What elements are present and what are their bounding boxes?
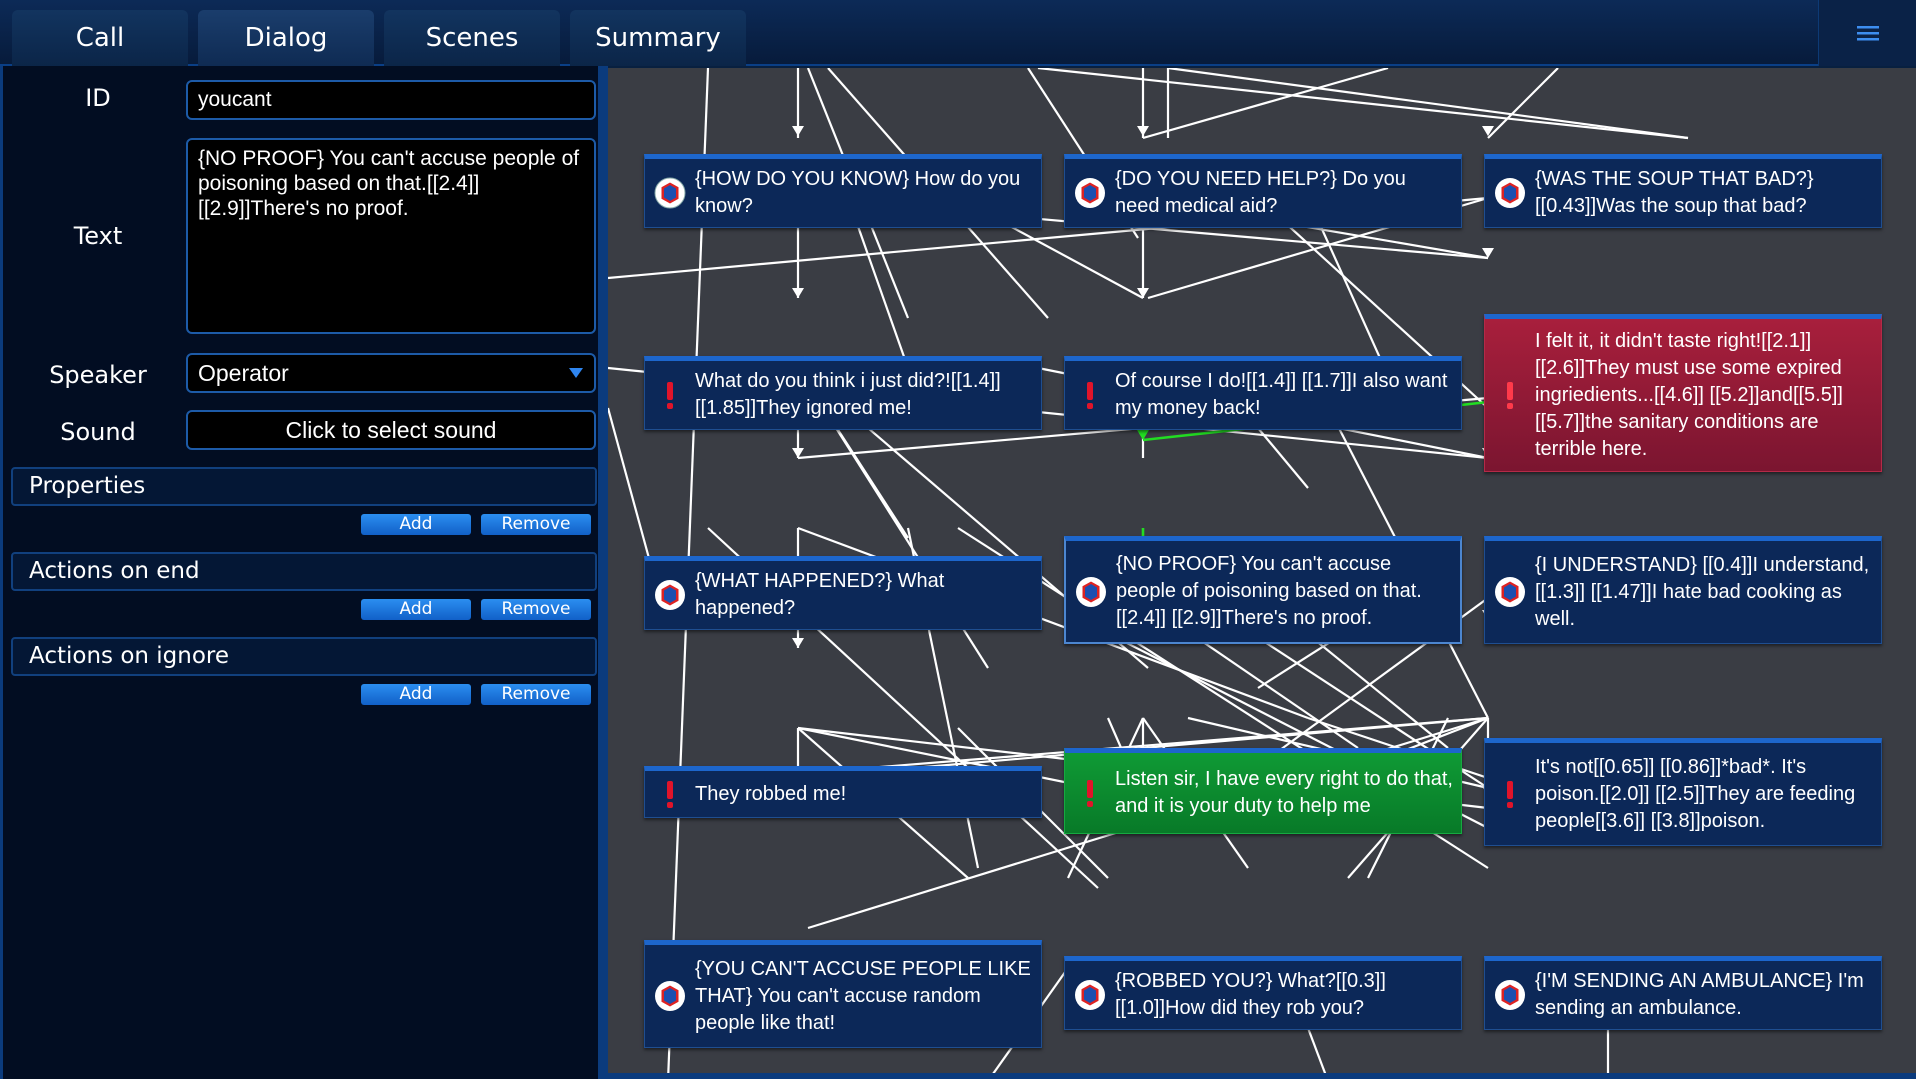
- actions-on-end-section: Actions on end: [11, 552, 597, 591]
- speaker-value: Operator: [198, 359, 289, 386]
- dialog-node[interactable]: {WHAT HAPPENED?} What happened?: [644, 556, 1042, 630]
- actions-on-end-remove-button[interactable]: Remove: [481, 599, 591, 620]
- edge-line: [1306, 1027, 1329, 1079]
- speaker-select[interactable]: Operator: [186, 353, 596, 393]
- tab-call[interactable]: Call: [12, 10, 188, 66]
- tab-scenes[interactable]: Scenes: [384, 10, 560, 66]
- exclamation-icon: [1507, 781, 1513, 808]
- operator-icon: [1495, 577, 1525, 607]
- operator-icon: [655, 580, 685, 610]
- edge-arrow: [792, 126, 804, 136]
- dialog-node[interactable]: {DO YOU NEED HELP?} Do you need medical …: [1064, 154, 1462, 228]
- dialog-node[interactable]: {I UNDERSTAND} [[0.4]]I understand,[[1.3…: [1484, 536, 1882, 644]
- node-text: {NO PROOF} You can't accuse people of po…: [1116, 553, 1422, 629]
- node-text: {ROBBED YOU?} What?[[0.3]][[1.0]]How did…: [1115, 970, 1386, 1019]
- exclamation-icon: [1507, 382, 1513, 409]
- edge-arrow: [792, 288, 804, 298]
- properties-remove-button[interactable]: Remove: [481, 514, 591, 535]
- node-text: What do you think i just did?![[1.4]][[1…: [695, 370, 1001, 419]
- top-bar: Call Dialog Scenes Summary: [0, 0, 1916, 66]
- node-text: {YOU CAN'T ACCUSE PEOPLE LIKE THAT} You …: [695, 957, 1031, 1034]
- operator-icon: [655, 981, 685, 1011]
- node-text: It's not[[0.65]] [[0.86]]*bad*. It's poi…: [1535, 755, 1856, 832]
- node-text: {DO YOU NEED HELP?} Do you need medical …: [1115, 168, 1406, 217]
- operator-icon: [1075, 178, 1105, 208]
- dialog-node[interactable]: What do you think i just did?![[1.4]][[1…: [644, 356, 1042, 430]
- edge-line: [1142, 68, 1389, 140]
- actions-on-end-add-button[interactable]: Add: [361, 599, 471, 620]
- properties-section: Properties: [11, 467, 597, 506]
- operator-icon: [654, 177, 686, 209]
- dialog-node[interactable]: Listen sir, I have every right to do tha…: [1064, 748, 1462, 834]
- operator-icon: [1076, 576, 1106, 607]
- dialog-graph-canvas[interactable]: {HOW DO YOU KNOW} How do you know? {DO Y…: [608, 66, 1916, 1079]
- menu-button[interactable]: [1818, 0, 1916, 66]
- edge-arrow: [792, 448, 804, 458]
- operator-icon: [1495, 178, 1525, 208]
- operator-icon: [1075, 980, 1105, 1010]
- node-text: {WHAT HAPPENED?} What happened?: [695, 570, 945, 619]
- dropdown-arrow-icon: [569, 368, 583, 378]
- dialog-node[interactable]: I felt it, it didn't taste right![[2.1]]…: [1484, 314, 1882, 472]
- edge-arrow: [1137, 126, 1149, 136]
- dialog-node[interactable]: {I'M SENDING AN AMBULANCE} I'm sending a…: [1484, 956, 1882, 1030]
- node-text: {WAS THE SOUP THAT BAD?}[[0.43]]Was the …: [1535, 168, 1814, 217]
- dialog-node[interactable]: They robbed me!: [644, 766, 1042, 818]
- id-label: ID: [85, 84, 111, 112]
- dialog-node-selected[interactable]: {NO PROOF} You can't accuse people of po…: [1064, 536, 1462, 644]
- node-text: {I UNDERSTAND} [[0.4]]I understand,[[1.3…: [1535, 553, 1870, 630]
- tab-summary[interactable]: Summary: [570, 10, 746, 66]
- dialog-node[interactable]: {HOW DO YOU KNOW} How do you know?: [644, 154, 1042, 228]
- operator-icon: [1495, 980, 1525, 1010]
- node-text: Listen sir, I have every right to do tha…: [1115, 768, 1453, 817]
- exclamation-icon: [1087, 780, 1093, 807]
- exclamation-icon: [1087, 382, 1093, 409]
- edge-line: [1487, 68, 1559, 139]
- node-text: {HOW DO YOU KNOW} How do you know?: [695, 168, 1021, 217]
- dialog-node[interactable]: {ROBBED YOU?} What?[[0.3]][[1.0]]How did…: [1064, 956, 1462, 1030]
- dialog-node[interactable]: It's not[[0.65]] [[0.86]]*bad*. It's poi…: [1484, 738, 1882, 846]
- actions-on-ignore-remove-button[interactable]: Remove: [481, 684, 591, 705]
- exclamation-icon: [667, 781, 673, 808]
- select-sound-button[interactable]: Click to select sound: [186, 410, 596, 450]
- text-label: Text: [73, 222, 123, 250]
- text-input[interactable]: [186, 138, 596, 334]
- sound-label: Sound: [60, 418, 136, 446]
- node-text: They robbed me!: [695, 782, 847, 805]
- edge-line: [1167, 68, 1689, 140]
- hamburger-icon: [1856, 26, 1879, 41]
- dialog-node[interactable]: {WAS THE SOUP THAT BAD?}[[0.43]]Was the …: [1484, 154, 1882, 228]
- tab-dialog[interactable]: Dialog: [198, 10, 374, 66]
- dialog-editor-panel: ID Text Speaker Operator Sound Click to …: [0, 66, 604, 1079]
- dialog-node[interactable]: {YOU CAN'T ACCUSE PEOPLE LIKE THAT} You …: [644, 940, 1042, 1048]
- node-text: {I'M SENDING AN AMBULANCE} I'm sending a…: [1535, 970, 1864, 1019]
- canvas-bottom-border: [608, 1073, 1916, 1079]
- speaker-label: Speaker: [49, 361, 147, 389]
- properties-add-button[interactable]: Add: [361, 514, 471, 535]
- node-text: Of course I do![[1.4]] [[1.7]]I also wan…: [1115, 370, 1448, 419]
- node-text: I felt it, it didn't taste right![[2.1]]…: [1535, 329, 1843, 460]
- edge-line: [1037, 68, 1689, 140]
- id-input[interactable]: [186, 80, 596, 120]
- actions-on-ignore-section: Actions on ignore: [11, 637, 597, 676]
- panel-divider[interactable]: [598, 66, 608, 1079]
- dialog-node[interactable]: Of course I do![[1.4]] [[1.7]]I also wan…: [1064, 356, 1462, 430]
- actions-on-ignore-add-button[interactable]: Add: [361, 684, 471, 705]
- edge-arrow: [792, 638, 804, 648]
- exclamation-icon: [667, 382, 673, 409]
